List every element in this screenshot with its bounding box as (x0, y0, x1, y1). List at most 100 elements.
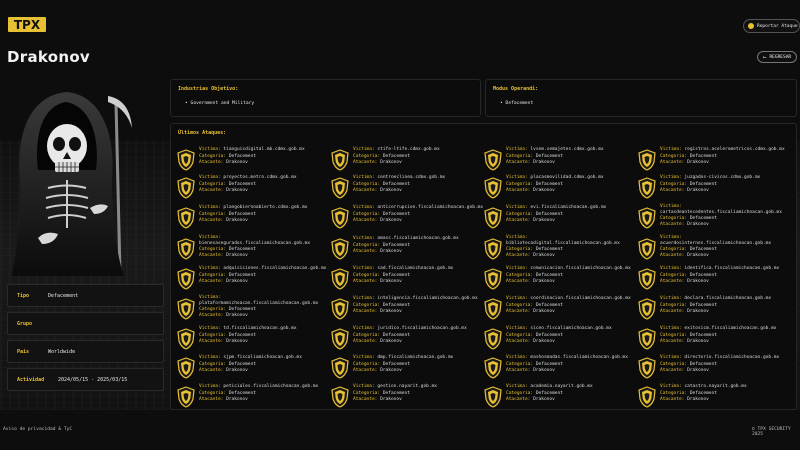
field-label: Atacante: (199, 279, 224, 284)
attack-item[interactable]: Victima: registros.acelerometricos.cdmx.… (638, 146, 788, 176)
attack-item[interactable]: Victima: comunicacion.fiscaliamichoacan.… (484, 265, 634, 295)
attack-item[interactable]: Victima: sad.fiscaliamichoacan.gob.mx Cat… (331, 265, 481, 295)
attacker-value: Drakonov (687, 309, 709, 314)
field-label: Atacante: (506, 397, 531, 402)
field-label: Categoria: (353, 211, 381, 217)
attack-item[interactable]: Victima: dmp.fiscaliamichoacan.gob.mx Cat… (331, 354, 481, 384)
field-label: Victima: (506, 296, 528, 301)
shield-icon (638, 357, 656, 379)
shield-icon (484, 298, 502, 320)
top-bar: TPX Reportar Ataque (0, 0, 800, 42)
field-label: Victima: (506, 147, 528, 152)
attacker-value: Drakonov (226, 397, 248, 402)
attack-item[interactable]: Victima: stife-ltife.cdmx.gob.mx Categori… (331, 146, 481, 176)
shield-icon (177, 207, 195, 229)
back-button[interactable]: ← REGRESAR (757, 51, 797, 63)
victim-value: acuerdosinternos.fiscaliamichoacan.gob.m… (660, 241, 772, 246)
attack-item[interactable]: Victima: peticiales.fiscaliamichoacan.go… (177, 383, 327, 413)
category-value: Defacement (228, 153, 256, 159)
category-value: Defacement (382, 302, 410, 308)
field-label: Categoria: (506, 153, 534, 159)
shield-icon (638, 386, 656, 408)
attack-item[interactable]: Victima: identifica.fiscaliamichoacan.go… (638, 265, 788, 295)
field-label: Victima: (353, 266, 375, 271)
field-label: Atacante: (506, 218, 531, 223)
tpx-logo[interactable]: TPX (8, 17, 46, 32)
industries-title: Industrias Objetivo: (178, 86, 239, 92)
attack-item[interactable]: Victima: centroeclinea.cdmx.gob.mx Catego… (331, 174, 481, 204)
field-label: Victima: (506, 266, 528, 271)
back-label: REGRESAR (769, 54, 792, 60)
attack-item[interactable]: Victima: acuerdosinternos.fiscaliamichoac… (638, 235, 788, 265)
reaper-skull-icon (8, 88, 133, 278)
shield-icon (484, 386, 502, 408)
attack-item[interactable]: Victima: placasmovilidad.cdmx.gob.mx Cate… (484, 174, 634, 204)
shield-icon (484, 177, 502, 199)
attack-item[interactable]: Victima: amasc.fiscaliamichoacan.gob.mx C… (331, 235, 481, 265)
category-value: Defacement (228, 247, 256, 252)
victim-value: declara.fiscaliamichoacan.gob.mx (684, 296, 772, 301)
modus-title: Modus Operandi: (493, 86, 539, 92)
category-value: Defacement (689, 153, 717, 159)
field-label: Victima: (506, 175, 528, 180)
attack-item[interactable]: Victima: bibliotecadigital.fiscaliamichoa… (484, 235, 634, 265)
attacker-value: Drakonov (226, 218, 248, 223)
attacker-value: Drakonov (533, 188, 555, 193)
field-label: Categoria: (353, 153, 381, 159)
victim-value: sjpm.fiscaliamichoacan.gob.mx (223, 355, 302, 360)
attack-item[interactable]: Victima: juzgados-civicos.cdmx.gob.mx Cat… (638, 174, 788, 204)
attacker-value: Drakonov (533, 339, 555, 344)
attacker-value: Drakonov (380, 218, 402, 223)
attack-item[interactable]: Victima: td.fiscaliamichoacan.gob.mx Cate… (177, 325, 327, 355)
field-label: Categoria: (506, 181, 534, 187)
attack-item[interactable]: Victima: inteligencia.fiscaliamichoacan.… (331, 295, 481, 325)
attack-item[interactable]: Victima: gestion.nayarit.gob.mx Categoria… (331, 383, 481, 413)
attack-item[interactable]: Victima: plataformamichoacan.fiscaliamich… (177, 295, 327, 325)
field-label: Categoria: (199, 332, 227, 338)
field-label: Victima: (199, 384, 221, 389)
attack-item[interactable]: Victima: proyectos.metro.cdmx.gob.mx Cate… (177, 174, 327, 204)
category-value: Defacement (382, 181, 410, 187)
attack-item[interactable]: Victima: bienesasegurados.fiscaliamichoac… (177, 235, 327, 265)
svg-text:TPX: TPX (14, 18, 41, 32)
category-value: Defacement (228, 361, 256, 367)
shield-icon (177, 386, 195, 408)
attack-item[interactable]: Victima: cartasdeantecedentes.fiscaliamic… (638, 204, 788, 234)
privacy-link[interactable]: Aviso de privacidad & TyC (3, 427, 72, 432)
field-label: Categoria: (199, 272, 227, 278)
attack-item[interactable]: Victima: tianguisdigital.mb.cdmx.gob.mx C… (177, 146, 327, 176)
attack-item[interactable]: Victima: declara.fiscaliamichoacan.gob.m… (638, 295, 788, 325)
attack-item[interactable]: Victima: evi.fiscaliamichoacan.gob.mx Cat… (484, 204, 634, 234)
victim-value: registros.acelerometricos.cdmx.gob.mx (684, 147, 785, 152)
field-label: Victima: (353, 326, 375, 331)
info-value: Worldwide (48, 348, 76, 355)
field-label: Categoria: (660, 216, 688, 221)
field-label: Atacante: (506, 253, 531, 258)
attack-item[interactable]: Victima: anticorrupcion.fiscaliamichoaca… (331, 204, 483, 234)
attack-item[interactable]: Victima: mashosmadas.fiscaliamichoacan.g… (484, 354, 634, 384)
attack-item[interactable]: Victima: catastro.nayarit.gob.mx Categori… (638, 383, 788, 413)
attack-item[interactable]: Victima: academia.nayarit.gob.mx Categori… (484, 383, 634, 413)
industries-panel: Industrias Objetivo: • Government and Mi… (170, 79, 481, 117)
attack-item[interactable]: Victima: siceo.fiscaliamichoacan.gob.mx C… (484, 325, 634, 355)
victim-value: peticiales.fiscaliamichoacan.gob.mx (223, 384, 319, 389)
category-value: Defacement (535, 211, 563, 217)
field-label: Atacante: (660, 188, 685, 193)
attack-item[interactable]: Victima: lvsem.semajetes.cdmx.gob.mx Cate… (484, 146, 634, 176)
attack-item[interactable]: Victima: plangobiernoabierto.cdmx.gob.mx… (177, 204, 327, 234)
field-label: Victima: (660, 296, 682, 301)
attack-item[interactable]: Victima: juridico.fiscaliamichoacan.gob.… (331, 325, 481, 355)
attack-item[interactable]: Victima: directorio.fiscaliamichoacan.go… (638, 354, 788, 384)
attack-item[interactable]: Victima: exitosicm.fiscaliamichoacan.gob… (638, 325, 788, 355)
attack-item[interactable]: Victima: coordinacion.fiscaliamichoacan.… (484, 295, 634, 325)
category-value: Defacement (689, 302, 717, 308)
victim-value: lvsem.semajetes.cdmx.gob.mx (530, 147, 604, 152)
attack-item[interactable]: Victima: sjpm.fiscaliamichoacan.gob.mx Ca… (177, 354, 327, 384)
field-label: Victima: (199, 205, 221, 210)
field-label: Victima: (199, 326, 221, 331)
attack-item[interactable]: Victima: adquisiciones.fiscaliamichoacan… (177, 265, 327, 295)
shield-icon (638, 298, 656, 320)
report-attack-button[interactable]: Reportar Ataque (743, 19, 800, 33)
attacker-value: Drakonov (533, 160, 555, 165)
field-label: Victima: (660, 326, 682, 331)
